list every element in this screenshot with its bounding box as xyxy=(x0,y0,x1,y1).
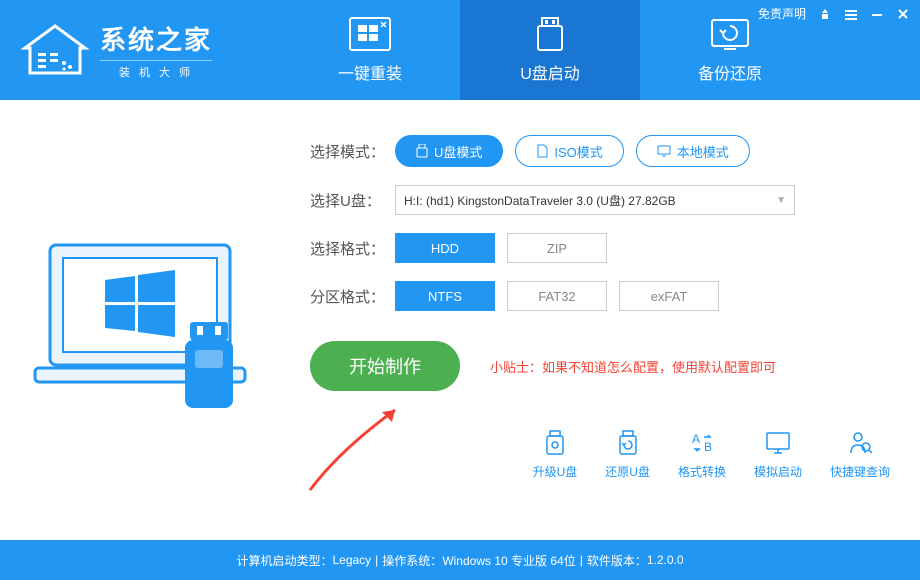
logo-subtitle: 装 机 大 师 xyxy=(100,60,212,80)
laptop-usb-icon xyxy=(25,220,255,420)
usb-row: 选择U盘： H:I: (hd1) KingstonDataTraveler 3.… xyxy=(310,185,880,215)
footer-os: Windows 10 专业版 64位 xyxy=(442,552,575,569)
logo-text: 系统之家 装 机 大 师 xyxy=(100,20,212,80)
usb-label: 选择U盘： xyxy=(310,190,395,211)
monitor-icon xyxy=(764,429,792,457)
svg-text:B: B xyxy=(704,440,712,454)
header-bar: 系统之家 装 机 大 师 一键重装 U盘启动 xyxy=(0,0,920,100)
mode-local-button[interactable]: 本地模式 xyxy=(636,135,750,167)
disclaimer-link[interactable]: 免责声明 xyxy=(758,5,806,22)
usb-select-dropdown[interactable]: H:I: (hd1) KingstonDataTraveler 3.0 (U盘)… xyxy=(395,185,795,215)
windows-reinstall-icon xyxy=(348,16,392,52)
format-zip-button[interactable]: ZIP xyxy=(507,233,607,263)
qa-hotkey-lookup[interactable]: 快捷键查询 xyxy=(830,429,890,480)
monitor-small-icon xyxy=(657,145,671,157)
tab-reinstall[interactable]: 一键重装 xyxy=(280,0,460,100)
footer-os-label: 操作系统： xyxy=(382,552,442,569)
tab-usb-boot[interactable]: U盘启动 xyxy=(460,0,640,100)
mode-iso-button[interactable]: ISO模式 xyxy=(515,135,623,167)
partition-ntfs-button[interactable]: NTFS xyxy=(395,281,495,311)
footer-version: 1.2.0.0 xyxy=(647,553,684,567)
mode-label: 选择模式： xyxy=(310,141,395,162)
quick-actions-bar: 升级U盘 还原U盘 AB 格式转换 模拟启动 快捷键查询 xyxy=(533,429,890,480)
logo-area: 系统之家 装 机 大 师 xyxy=(0,20,280,80)
start-create-button[interactable]: 开始制作 xyxy=(310,341,460,391)
format-convert-icon: AB xyxy=(688,429,716,457)
partition-row: 分区格式： NTFS FAT32 exFAT xyxy=(310,281,880,311)
close-button[interactable] xyxy=(896,7,910,21)
user-icon[interactable] xyxy=(818,7,832,21)
logo-title: 系统之家 xyxy=(100,20,212,57)
iso-file-icon xyxy=(536,144,548,158)
menu-icon[interactable] xyxy=(844,7,858,21)
tab-label: U盘启动 xyxy=(520,60,580,84)
footer-boot-type-label: 计算机启动类型： xyxy=(236,552,332,569)
content-panel: 选择模式： U盘模式 ISO模式 本地模式 选择U盘： H:I: (hd1) K… xyxy=(280,100,920,540)
house-logo-icon xyxy=(20,23,90,78)
search-person-icon xyxy=(846,429,874,457)
usb-boot-icon xyxy=(528,16,572,52)
partition-fat32-button[interactable]: FAT32 xyxy=(507,281,607,311)
partition-label: 分区格式： xyxy=(310,286,395,307)
tab-label: 一键重装 xyxy=(338,60,402,84)
tab-label: 备份还原 xyxy=(698,60,762,84)
illustration-panel xyxy=(0,100,280,540)
usb-value: H:I: (hd1) KingstonDataTraveler 3.0 (U盘)… xyxy=(404,192,676,209)
mode-row: 选择模式： U盘模式 ISO模式 本地模式 xyxy=(310,135,880,167)
qa-format-convert[interactable]: AB 格式转换 xyxy=(678,429,726,480)
backup-restore-icon xyxy=(708,16,752,52)
usb-upgrade-icon xyxy=(541,429,569,457)
format-hdd-button[interactable]: HDD xyxy=(395,233,495,263)
chevron-down-icon: ▼ xyxy=(776,195,786,206)
main-area: 选择模式： U盘模式 ISO模式 本地模式 选择U盘： H:I: (hd1) K… xyxy=(0,100,920,540)
window-controls: 免责声明 xyxy=(758,5,910,22)
svg-text:A: A xyxy=(692,432,700,446)
qa-upgrade-usb[interactable]: 升级U盘 xyxy=(533,429,578,480)
usb-restore-icon xyxy=(614,429,642,457)
usb-small-icon xyxy=(416,144,428,158)
format-label: 选择格式： xyxy=(310,238,395,259)
format-row: 选择格式： HDD ZIP xyxy=(310,233,880,263)
tip-text: 小贴士：如果不知道怎么配置，使用默认配置即可 xyxy=(490,357,776,376)
footer-boot-type: Legacy xyxy=(332,553,371,567)
mode-usb-button[interactable]: U盘模式 xyxy=(395,135,503,167)
status-footer: 计算机启动类型： Legacy | 操作系统： Windows 10 专业版 6… xyxy=(0,540,920,580)
qa-simulate-boot[interactable]: 模拟启动 xyxy=(754,429,802,480)
partition-exfat-button[interactable]: exFAT xyxy=(619,281,719,311)
qa-restore-usb[interactable]: 还原U盘 xyxy=(605,429,650,480)
minimize-button[interactable] xyxy=(870,7,884,21)
start-row: 开始制作 小贴士：如果不知道怎么配置，使用默认配置即可 xyxy=(310,341,880,391)
footer-version-label: 软件版本： xyxy=(587,552,647,569)
